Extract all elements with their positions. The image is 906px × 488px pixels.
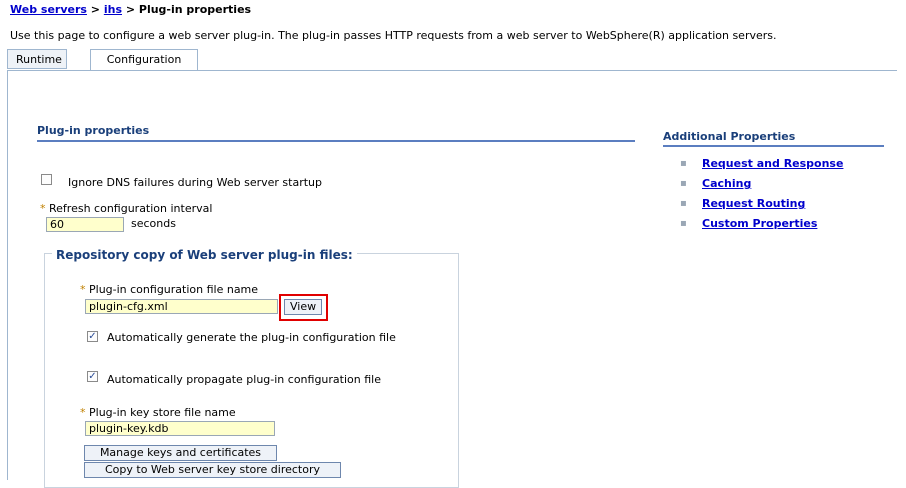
refresh-interval-unit: seconds [131,217,176,230]
config-file-label: * Plug-in configuration file name [80,283,258,296]
link-request-routing[interactable]: Request Routing [702,197,805,210]
ignore-dns-checkbox[interactable] [41,174,52,185]
list-item: ▪ Custom Properties [678,217,843,237]
breadcrumb-current: Plug-in properties [138,3,252,16]
bullet-icon: ▪ [680,198,687,209]
view-button-highlight [279,294,328,321]
keystore-input[interactable] [85,421,275,436]
copy-keystore-button[interactable]: Copy to Web server key store directory [84,462,341,478]
required-marker: * [40,202,46,215]
keystore-label: * Plug-in key store file name [80,406,236,419]
tab-divider [7,70,897,71]
refresh-interval-input[interactable] [46,217,124,232]
breadcrumb-separator: > [122,3,139,16]
tab-runtime[interactable]: Runtime [7,49,67,69]
auto-propagate-checkbox[interactable]: ✓ [87,371,98,382]
plugin-properties-rule [37,140,635,142]
additional-properties-list: ▪ Request and Response ▪ Caching ▪ Reque… [678,157,843,237]
ignore-dns-label: Ignore DNS failures during Web server st… [68,176,322,189]
bullet-icon: ▪ [680,218,687,229]
tab-configuration[interactable]: Configuration [90,49,198,71]
breadcrumb: Web servers > ihs > Plug-in properties [10,3,251,16]
required-marker: * [80,406,86,419]
list-item: ▪ Request and Response [678,157,843,177]
page-description: Use this page to configure a web server … [10,29,777,42]
list-item: ▪ Caching [678,177,843,197]
link-custom-properties[interactable]: Custom Properties [702,217,817,230]
refresh-interval-label-text: Refresh configuration interval [49,202,213,215]
auto-generate-checkbox[interactable]: ✓ [87,331,98,342]
plugin-properties-title: Plug-in properties [37,124,150,137]
keystore-label-text: Plug-in key store file name [89,406,236,419]
required-marker: * [80,283,86,296]
repository-legend: Repository copy of Web server plug-in fi… [52,248,357,262]
auto-propagate-label: Automatically propagate plug-in configur… [107,373,381,386]
panel-border [7,70,8,480]
refresh-interval-label: * Refresh configuration interval [40,202,212,215]
list-item: ▪ Request Routing [678,197,843,217]
link-request-and-response[interactable]: Request and Response [702,157,843,170]
link-caching[interactable]: Caching [702,177,751,190]
bullet-icon: ▪ [680,178,687,189]
config-file-label-text: Plug-in configuration file name [89,283,259,296]
additional-properties-title: Additional Properties [663,130,796,143]
additional-properties-rule [663,145,884,147]
config-file-input[interactable] [85,299,278,314]
manage-keys-button[interactable]: Manage keys and certificates [84,445,277,461]
bullet-icon: ▪ [680,158,687,169]
auto-generate-label: Automatically generate the plug-in confi… [107,331,396,344]
breadcrumb-ihs-link[interactable]: ihs [104,3,122,16]
breadcrumb-web-servers-link[interactable]: Web servers [10,3,87,16]
breadcrumb-separator: > [86,3,104,16]
